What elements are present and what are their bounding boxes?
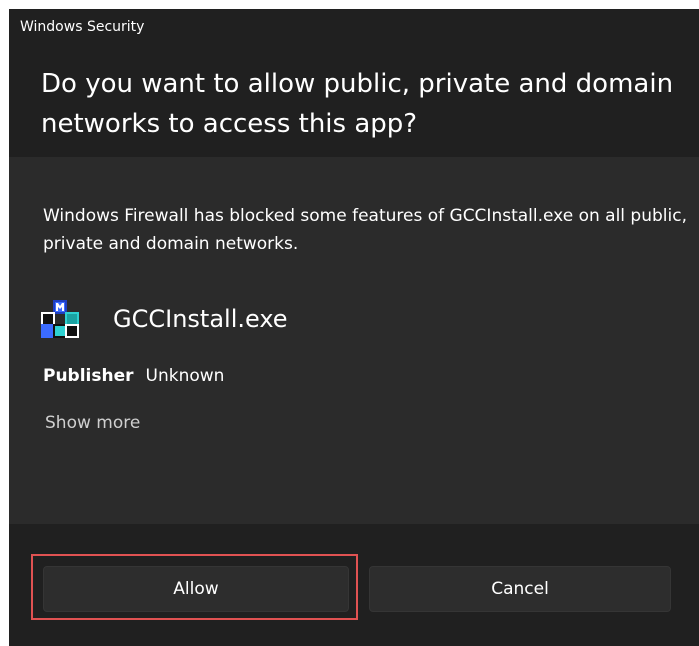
dialog-footer: Allow Cancel <box>9 524 699 646</box>
show-more-link[interactable]: Show more <box>45 413 140 433</box>
window-title: Windows Security <box>20 19 145 35</box>
app-info-row: GCCInstall.exe <box>41 299 288 339</box>
publisher-value: Unknown <box>145 366 225 386</box>
app-name: GCCInstall.exe <box>113 305 288 333</box>
publisher-label: Publisher <box>43 366 134 386</box>
dialog-description: Windows Firewall has blocked some featur… <box>43 206 687 254</box>
dialog-headline: Do you want to allow public, private and… <box>41 69 674 139</box>
cancel-button[interactable]: Cancel <box>369 566 671 612</box>
allow-button[interactable]: Allow <box>43 566 349 612</box>
dialog-header: Windows Security Do you want to allow pu… <box>9 9 699 157</box>
publisher-row: Publisher Unknown <box>43 366 224 386</box>
mfc-app-icon <box>41 300 79 338</box>
windows-security-dialog: Windows Security Do you want to allow pu… <box>9 9 699 646</box>
